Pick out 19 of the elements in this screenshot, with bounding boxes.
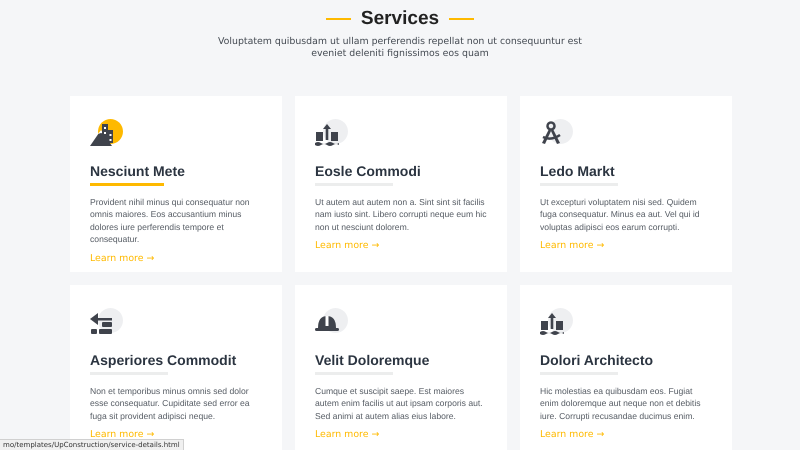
service-description: Provident nihil minus qui consequatur non omnis maiores. Eos accusantium minus dolores iure perferendis tempore et consequatur. [90, 196, 251, 246]
service-card[interactable]: Dolori Architecto Hic molestias ea quibusdam eos. Fugiat enim doloremque aut neque non et debitis iure. Corrupti recusandae ducimus enim. Learn more → [520, 285, 732, 450]
service-description: Non et temporibus minus omnis sed dolor esse consequatur. Cupiditate sed error ea fuga sit provident adipisci neque. [90, 385, 251, 422]
section-title: Services [360, 7, 440, 31]
service-card[interactable]: Velit Doloremque Cumque et suscipit saepe. Est maiores autem enim facilis ut aut ipsam corporis aut. Sed animi at autem alias eius labore. Learn more → [295, 285, 507, 450]
service-title: Ledo Markt [540, 162, 615, 180]
service-card[interactable]: Ledo Markt Ut excepturi voluptatem nisi sed. Quidem fuga consequatur. Minus ea aut. Vel qui id voluptas adipisci eos earum corrupti. Learn more → [520, 96, 732, 272]
service-title: Nesciunt Mete [90, 162, 185, 180]
service-description: Hic molestias ea quibusdam eos. Fugiat enim doloremque aut neque non et debitis iure. Corrupti recusandae ducimus enim. [540, 385, 702, 422]
section-subtitle: Voluptatem quibusdam ut ullam perferendis repellat non ut consequuntur est eveniet deleniti fignissimos eos quam [217, 36, 583, 60]
service-card[interactable]: Eosle Commodi Ut autem aut autem non a. Sint sint sit facilis nam iusto sint. Libero corrupti neque eum hic non ut nesciunt dolorem. Learn more → [295, 96, 507, 272]
service-title: Eosle Commodi [315, 162, 421, 180]
service-description: Ut autem aut autem non a. Sint sint sit facilis nam iusto sint. Libero corrupti neque eum hic non ut nesciunt dolorem. [315, 196, 487, 234]
service-title: Velit Doloremque [315, 351, 430, 369]
service-description: Cumque et suscipit saepe. Est maiores autem enim facilis ut aut ipsam corporis aut. Sed animi at autem alias eius labore. [315, 385, 484, 422]
service-title: Asperiores Commodit [90, 351, 236, 369]
service-card[interactable]: Nesciunt Mete Provident nihil minus qui consequatur non omnis maiores. Eos accusantium minus dolores iure perferendis tempore et consequatur. Learn more → [70, 96, 282, 272]
service-description: Ut excepturi voluptatem nisi sed. Quidem fuga consequatur. Minus ea aut. Vel qui id voluptas adipisci eos earum corrupti. [540, 196, 701, 234]
service-title: Dolori Architecto [540, 351, 654, 369]
